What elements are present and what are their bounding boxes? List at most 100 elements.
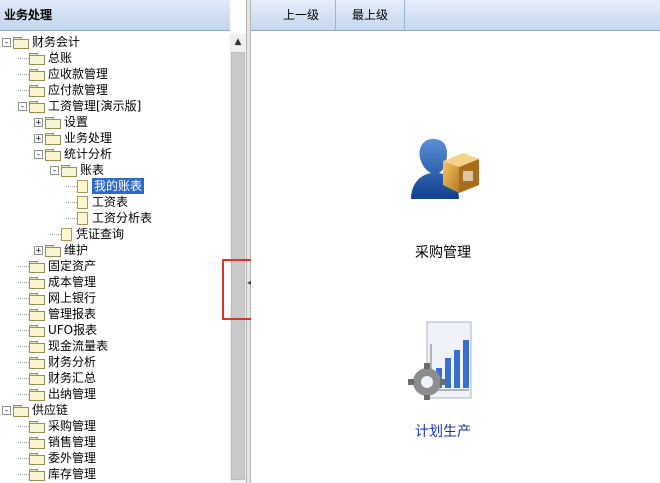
tree-connector [18, 329, 29, 331]
panel-title: 业务处理 [0, 0, 230, 31]
tree-item-label[interactable]: 统计分析 [64, 146, 112, 162]
tree-item[interactable]: + 维护 [34, 242, 88, 258]
plan-app[interactable]: 计划生产 [378, 320, 508, 441]
tree-item[interactable]: 总账 [18, 50, 72, 66]
tree-connector [18, 57, 29, 59]
tree-item-label[interactable]: 委外管理 [48, 450, 96, 466]
folder-icon [29, 100, 45, 113]
tree-item[interactable]: 财务分析 [18, 354, 96, 370]
collapse-icon[interactable]: - [2, 405, 11, 415]
tree-item[interactable]: 应收款管理 [18, 66, 108, 82]
folder-icon [45, 132, 61, 145]
tree-item[interactable]: 委外管理 [18, 450, 96, 466]
plan-app-label[interactable]: 计划生产 [378, 421, 508, 441]
tree-item[interactable]: 现金流量表 [18, 338, 108, 354]
tree-item[interactable]: + 设置 [34, 114, 88, 130]
folder-icon [29, 436, 45, 449]
page-icon [77, 211, 88, 225]
purchase-app-label[interactable]: 采购管理 [378, 242, 508, 262]
folder-icon [29, 308, 45, 321]
tree-item-label[interactable]: 维护 [64, 242, 88, 258]
tree-item[interactable]: 我的账表 [66, 178, 145, 194]
tree-item-label[interactable]: 工资管理[演示版] [48, 98, 141, 114]
expand-icon[interactable]: + [34, 133, 43, 143]
tree-item[interactable]: - 账表 [50, 162, 104, 178]
collapse-icon[interactable]: - [18, 101, 27, 111]
tree-item[interactable]: 成本管理 [18, 274, 96, 290]
tree-item[interactable]: - 供应链 [2, 402, 68, 418]
tree-item-label[interactable]: 账表 [80, 162, 104, 178]
tree-item-label[interactable]: 供应链 [32, 402, 68, 418]
tree-item[interactable]: 固定资产 [18, 258, 96, 274]
tree-item-label[interactable]: 财务分析 [48, 354, 96, 370]
tree-item[interactable]: 管理报表 [18, 306, 96, 322]
tree-item-label[interactable]: 成本管理 [48, 274, 96, 290]
tree-item[interactable]: 应付款管理 [18, 82, 108, 98]
expand-icon[interactable]: + [34, 245, 43, 255]
folder-icon [29, 324, 45, 337]
tree-connector [18, 473, 29, 475]
tree-connector [66, 217, 77, 219]
folder-icon [29, 452, 45, 465]
tree-item-label[interactable]: 销售管理 [48, 434, 96, 450]
tree-item-label[interactable]: 财务会计 [32, 34, 80, 50]
tree-item[interactable]: UFO报表 [18, 322, 97, 338]
tree-item[interactable]: 采购管理 [18, 418, 96, 434]
collapse-icon[interactable]: - [2, 37, 11, 47]
tree-item-label[interactable]: 我的账表 [92, 178, 145, 194]
tree-connector [18, 345, 29, 347]
tree-item[interactable]: 凭证查询 [50, 226, 124, 242]
tree-item-label[interactable]: 应付款管理 [48, 82, 108, 98]
folder-icon [29, 52, 45, 65]
tree-item[interactable]: 工资表 [66, 194, 128, 210]
folder-icon [29, 468, 45, 481]
collapse-icon[interactable]: - [34, 149, 43, 159]
tree-item-label[interactable]: 库存管理 [48, 466, 96, 482]
up-level-button[interactable]: 上一级 [251, 0, 337, 30]
tree-item-label[interactable]: 总账 [48, 50, 72, 66]
tree-item[interactable]: - 统计分析 [34, 146, 112, 162]
tree-item[interactable]: 财务汇总 [18, 370, 96, 386]
nav-tree: - 财务会计 总账 应收款管理 应付款管理 - 工资管理[演示版] + 设置 + 业务处理 - 统计分析… [0, 34, 230, 483]
tree-item-label[interactable]: 业务处理 [64, 130, 112, 146]
tree-item-label[interactable]: UFO报表 [48, 322, 97, 338]
tree-item-label[interactable]: 凭证查询 [76, 226, 124, 242]
tree-connector [18, 457, 29, 459]
scroll-up-arrow-icon[interactable]: ▲ [230, 34, 246, 50]
top-level-button[interactable]: 最上级 [336, 0, 406, 30]
tree-connector [50, 233, 61, 235]
tree-item[interactable]: 销售管理 [18, 434, 96, 450]
tree-item-label[interactable]: 采购管理 [48, 418, 96, 434]
tree-item-label[interactable]: 工资分析表 [92, 210, 152, 226]
tree-item-label[interactable]: 现金流量表 [48, 338, 108, 354]
folder-icon [45, 148, 61, 161]
purchase-app[interactable]: 采购管理 [378, 127, 508, 262]
tree-item-label[interactable]: 工资表 [92, 194, 128, 210]
tree-item[interactable]: + 业务处理 [34, 130, 112, 146]
tree-item-label[interactable]: 应收款管理 [48, 66, 108, 82]
tree-item[interactable]: 网上银行 [18, 290, 96, 306]
tree-item-label[interactable]: 设置 [64, 114, 88, 130]
tree-item-label[interactable]: 网上银行 [48, 290, 96, 306]
folder-icon [29, 276, 45, 289]
tree-item-label[interactable]: 出纳管理 [48, 386, 96, 402]
toolbar: 上一级 最上级 [251, 0, 660, 31]
main-content: 上一级 最上级 采购管理 计划生产 [251, 0, 660, 483]
tree-connector [18, 313, 29, 315]
tree-item[interactable]: - 工资管理[演示版] [18, 98, 141, 114]
tree-item-label[interactable]: 财务汇总 [48, 370, 96, 386]
folder-icon [29, 292, 45, 305]
tree-connector [18, 377, 29, 379]
plan-chart-gear-icon [408, 321, 472, 401]
tree-item-label[interactable]: 固定资产 [48, 258, 96, 274]
folder-icon [29, 420, 45, 433]
tree-connector [18, 393, 29, 395]
tree-item-label[interactable]: 管理报表 [48, 306, 96, 322]
tree-item[interactable]: 库存管理 [18, 466, 96, 482]
tree-item[interactable]: 工资分析表 [66, 210, 152, 226]
tree-item[interactable]: - 财务会计 [2, 34, 80, 50]
expand-icon[interactable]: + [34, 117, 43, 127]
folder-icon [13, 36, 29, 49]
tree-item[interactable]: 出纳管理 [18, 386, 96, 402]
collapse-icon[interactable]: - [50, 165, 59, 175]
